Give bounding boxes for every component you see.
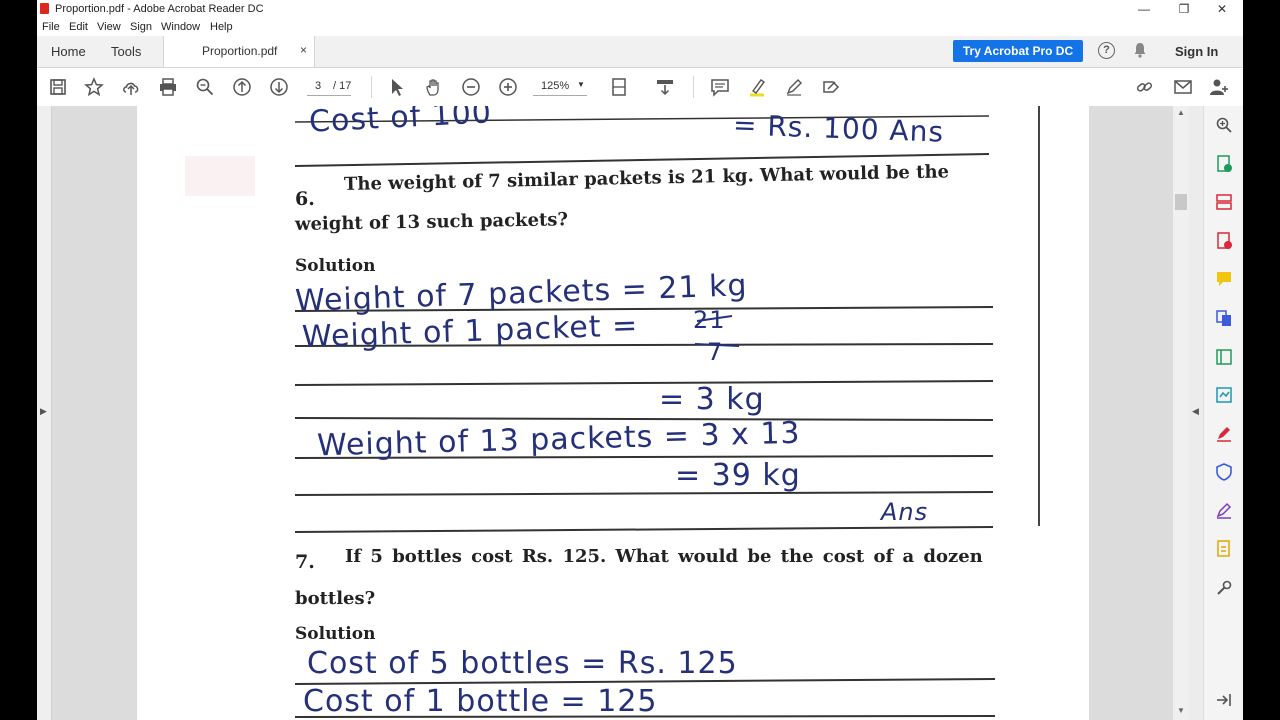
tab-home[interactable]: Home	[51, 44, 86, 59]
prepare-form-icon[interactable]	[1215, 540, 1233, 558]
request-signature-icon[interactable]	[1215, 502, 1233, 520]
q7-handwriting-line1: Cost of 5 bottles = Rs. 125	[307, 646, 738, 681]
minimize-button[interactable]: —	[1127, 0, 1161, 18]
zoom-search-icon[interactable]	[195, 77, 215, 97]
right-panel-toggle[interactable]: ◀	[1189, 106, 1203, 720]
menu-sign[interactable]: Sign	[130, 21, 152, 33]
previous-page-icon[interactable]	[232, 77, 252, 97]
question-7-text-line2: bottles?	[295, 588, 376, 609]
zoom-dropdown-icon: ▼	[577, 80, 585, 89]
zoom-out-icon[interactable]	[461, 77, 481, 97]
edit-pdf-icon[interactable]	[1215, 348, 1233, 366]
combine-files-icon[interactable]	[1215, 309, 1233, 327]
document-viewer[interactable]: ◀ Cost of 100 = Rs. 100 Ans 6. The weigh…	[37, 106, 1203, 720]
hand-tool-icon[interactable]	[424, 77, 444, 97]
menu-window[interactable]: Window	[161, 21, 200, 33]
bookmark-star-icon[interactable]	[84, 77, 104, 97]
tab-document[interactable]: Proportion.pdf ×	[163, 36, 315, 67]
expand-left-panel-icon[interactable]: ◀	[40, 406, 47, 417]
title-bar: Proportion.pdf - Adobe Acrobat Reader DC…	[37, 0, 1243, 18]
question-7-text-line1: If 5 bottles cost Rs. 125. What would be…	[345, 546, 983, 567]
zoom-in-icon[interactable]	[498, 77, 518, 97]
add-user-icon[interactable]	[1209, 77, 1229, 97]
q6-fraction-numerator: 21	[693, 306, 726, 334]
collapse-tools-pane-icon[interactable]	[1215, 691, 1233, 709]
pdf-app-icon	[40, 3, 49, 14]
try-acrobat-pro-button[interactable]: Try Acrobat Pro DC	[953, 40, 1083, 62]
fill-and-sign-icon[interactable]	[1215, 425, 1233, 443]
draw-pen-icon[interactable]	[784, 77, 804, 97]
q6-fraction-denominator: 7	[707, 338, 724, 366]
notification-bell-icon[interactable]	[1132, 42, 1148, 58]
page-total: / 17	[333, 80, 352, 92]
zoom-level-value: 125%	[541, 80, 570, 92]
comment-icon[interactable]	[710, 77, 730, 97]
question-7-number: 7.	[295, 551, 315, 573]
tab-document-label: Proportion.pdf	[202, 44, 278, 58]
fill-sign-icon[interactable]	[821, 77, 841, 97]
tab-tools[interactable]: Tools	[111, 44, 141, 59]
left-panel-toggle[interactable]: ◀	[37, 106, 52, 720]
q6-answer-mark: Ans	[881, 498, 929, 526]
menu-file[interactable]: File	[42, 21, 60, 33]
menu-edit[interactable]: Edit	[69, 21, 88, 33]
highlight-pen-icon[interactable]	[747, 77, 767, 97]
scroll-mode-icon[interactable]	[655, 77, 675, 97]
search-zoom-icon[interactable]	[1215, 116, 1233, 134]
save-icon[interactable]	[48, 77, 68, 97]
page-fit-icon[interactable]	[609, 77, 629, 97]
tab-bar: Home Tools Proportion.pdf × Try Acrobat …	[37, 36, 1243, 68]
email-icon[interactable]	[1173, 77, 1193, 97]
tools-pane	[1203, 106, 1243, 720]
solution-label-7: Solution	[295, 624, 376, 644]
zoom-level-select[interactable]: 125% ▼	[533, 77, 587, 96]
print-icon[interactable]	[158, 77, 178, 97]
scrollbar-thumb[interactable]	[1175, 194, 1187, 210]
pdf-page: Cost of 100 = Rs. 100 Ans 6. The weight …	[137, 106, 1089, 720]
help-icon[interactable]: ?	[1098, 42, 1115, 59]
toolbar-separator	[693, 76, 694, 98]
question-6-number: 6.	[295, 188, 315, 210]
cloud-upload-icon[interactable]	[121, 77, 141, 97]
sign-in-button[interactable]: Sign In	[1175, 44, 1218, 59]
next-page-icon[interactable]	[269, 77, 289, 97]
export-pdf-icon[interactable]	[1215, 155, 1233, 173]
solution-label-6: Solution	[295, 256, 376, 276]
toolbar-separator	[371, 76, 372, 98]
scan-ocr-icon[interactable]	[1215, 386, 1233, 404]
create-pdf-icon[interactable]	[1215, 232, 1233, 250]
acrobat-window: Proportion.pdf - Adobe Acrobat Reader DC…	[37, 0, 1243, 720]
window-title: Proportion.pdf - Adobe Acrobat Reader DC	[55, 3, 264, 15]
close-window-button[interactable]: ✕	[1205, 0, 1239, 18]
q6-handwriting-line3: = 3 kg	[659, 382, 765, 417]
comment-tool-icon[interactable]	[1215, 270, 1233, 288]
tab-close-icon[interactable]: ×	[300, 43, 307, 57]
collapse-right-panel-icon[interactable]: ◀	[1192, 406, 1199, 417]
page-rulings	[185, 106, 1040, 718]
protect-shield-icon[interactable]	[1215, 463, 1233, 481]
scroll-down-icon[interactable]: ▼	[1177, 706, 1185, 715]
select-cursor-icon[interactable]	[387, 77, 407, 97]
menu-view[interactable]: View	[97, 21, 121, 33]
menu-help[interactable]: Help	[210, 21, 233, 33]
q7-handwriting-line2: Cost of 1 bottle = 125	[303, 684, 658, 719]
vertical-scrollbar[interactable]: ▲ ▼	[1173, 106, 1189, 720]
organize-pages-icon[interactable]	[1215, 193, 1233, 211]
q6-handwriting-line5: = 39 kg	[675, 458, 801, 493]
share-link-icon[interactable]	[1135, 77, 1155, 97]
restore-button[interactable]: ❐	[1167, 0, 1201, 18]
scroll-up-icon[interactable]: ▲	[1177, 108, 1185, 117]
main-toolbar: 3 / 17 125% ▼	[37, 68, 1243, 107]
page-number-current: 3	[315, 80, 322, 92]
more-tools-icon[interactable]	[1215, 579, 1233, 597]
menu-bar: File Edit View Sign Window Help	[37, 18, 1243, 36]
